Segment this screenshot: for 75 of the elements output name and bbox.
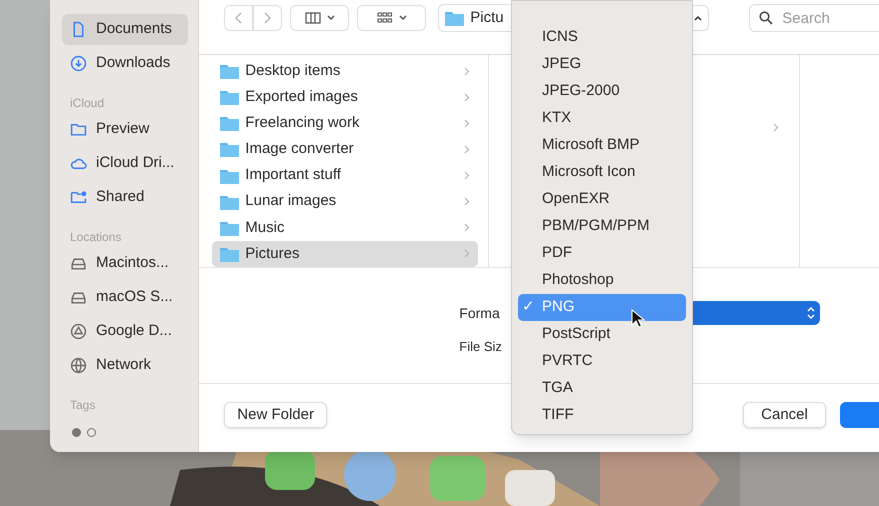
chevron-right-icon [464,92,470,102]
sidebar-item[interactable]: Macintos... [62,248,188,279]
menu-item[interactable]: KTX [518,105,686,132]
folder-icon [220,194,240,210]
folder-icon [220,168,240,184]
new-folder-button[interactable]: New Folder [224,402,327,428]
chevron-down-icon [326,15,335,21]
folder-icon [220,141,240,158]
folder-icon [220,220,240,236]
menu-item[interactable]: TIFF [518,402,686,429]
globe-icon [70,357,87,374]
folder-icon [220,89,240,106]
menu-item[interactable]: Microsoft BMP [518,132,686,159]
menu-item[interactable]: Microsoft Icon [518,159,686,186]
forward-icon [264,12,272,24]
grid-icon [376,12,393,24]
chevron-right-icon [464,118,470,128]
sidebar-item[interactable]: macOS S... [62,282,188,313]
columns-icon [304,12,321,24]
folder-icon [220,246,240,262]
chevron-right-icon [464,144,470,154]
download-icon [70,55,87,72]
menu-item[interactable]: Photoshop [518,267,686,294]
chevron-up-icon [694,15,702,21]
chevron-updown-icon [807,307,816,319]
menu-item[interactable]: TGA [518,375,686,402]
folder-row[interactable]: Freelancing work [212,110,478,136]
folder-icon [220,115,240,132]
chevron-right-icon [464,66,470,76]
chevron-right-icon [464,171,470,180]
sidebar-section-header: Locations [69,229,122,245]
chevron-right-icon [464,197,470,206]
sidebar-item[interactable]: Documents [62,14,188,45]
search-icon [759,11,774,25]
menu-item[interactable]: JPEG-2000 [518,78,686,105]
view-mode-button[interactable] [290,5,350,31]
cancel-button[interactable]: Cancel [743,402,826,428]
sidebar-item[interactable]: Google D... [62,316,188,347]
folder-icon [445,10,464,26]
sidebar-item[interactable]: Network [62,350,188,381]
sidebar-item[interactable]: Shared [62,182,188,213]
folder-row[interactable]: Desktop items [212,58,478,84]
folder-row[interactable]: Important stuff [212,162,478,189]
folder-row[interactable]: Pictures [212,240,478,267]
folder-row[interactable]: Music [212,214,478,241]
checkmark: ✓ [522,298,535,316]
drive-icon [70,323,87,340]
file-size-label: File Siz [459,338,502,356]
menu-item[interactable]: PDF [518,240,686,267]
mouse-pointer-icon [631,309,645,329]
menu-item[interactable]: PVRTC [518,348,686,375]
chevron-right-icon [464,223,470,232]
menu-item[interactable]: JPEG [518,51,686,78]
chevron-right-icon [773,123,780,132]
menu-item[interactable]: ICNS [518,24,686,51]
sidebar-section-header: iCloud [69,95,106,111]
sidebar-item[interactable]: Downloads [62,48,188,79]
search-field[interactable]: Search [749,4,879,32]
sidebar-item[interactable]: iCloud Dri... [62,148,188,179]
sidebar-item[interactable]: Preview [62,114,188,145]
menu-item[interactable]: OpenEXR [518,186,686,213]
format-label: Forma [459,304,501,322]
chevron-down-icon [398,15,407,21]
group-button[interactable] [357,5,426,31]
folder-icon [220,63,240,80]
menu-item[interactable]: PBM/PGM/PPM [518,213,686,240]
sidebar-section-header: Tags [69,397,96,413]
folder-icon [70,121,87,138]
menu-item[interactable]: PostScript [518,321,686,348]
folder-row[interactable]: Image converter [212,136,478,162]
folder-row[interactable]: Exported images [212,84,478,110]
chevron-right-icon [464,249,470,258]
back-icon [235,12,242,24]
shared-folder-icon [70,189,87,206]
folder-row[interactable]: Lunar images [212,188,478,215]
